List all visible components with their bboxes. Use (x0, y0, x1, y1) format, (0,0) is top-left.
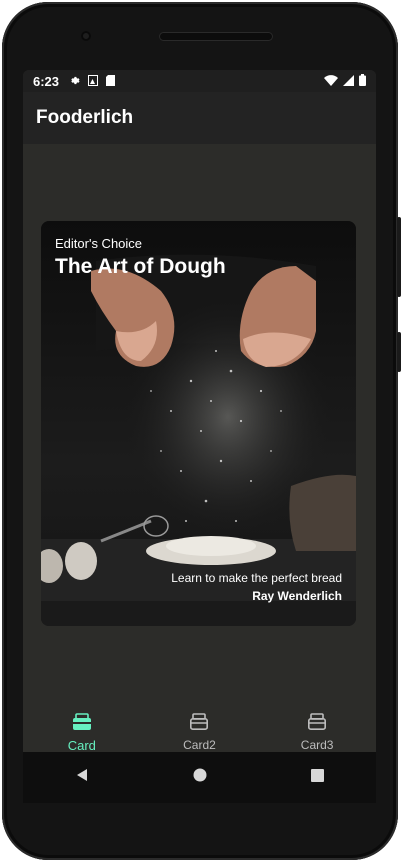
front-camera (81, 31, 91, 41)
home-icon[interactable] (193, 768, 207, 787)
settings-icon (69, 74, 80, 89)
back-icon[interactable] (75, 768, 89, 787)
card-author: Ray Wenderlich (252, 589, 342, 603)
recents-icon[interactable] (311, 768, 324, 787)
status-time: 6:23 (33, 73, 60, 89)
app-bar: Fooderlich (23, 92, 376, 144)
app-screen: 6:23 Fooderlich Editor's Choice The Art … (23, 70, 376, 803)
earpiece (159, 32, 273, 41)
power-button (397, 332, 401, 372)
nav-label-card: Card (67, 738, 96, 753)
editors-choice-card[interactable]: Editor's Choice The Art of Dough Learn t… (41, 221, 356, 626)
nav-tab-card[interactable]: Card (37, 713, 127, 753)
nav-tab-card3[interactable]: Card3 (272, 713, 362, 752)
nav-tab-card2[interactable]: Card2 (154, 713, 244, 752)
status-bar: 6:23 (23, 70, 376, 92)
card-icon (307, 713, 327, 736)
card-eyebrow: Editor's Choice (55, 236, 143, 251)
card-description: Learn to make the perfect bread (171, 571, 342, 585)
nav-label-card3: Card3 (300, 738, 334, 752)
dough-photo (41, 221, 356, 626)
nav-label-card2: Card2 (183, 738, 216, 752)
image-notification-icon (88, 74, 99, 89)
card-icon (72, 713, 92, 736)
system-navigation-bar (23, 752, 376, 803)
app-title: Fooderlich (36, 107, 134, 128)
sd-card-icon (106, 74, 116, 89)
cell-signal-icon (343, 74, 354, 89)
card-icon (189, 713, 209, 736)
wifi-icon (324, 74, 338, 89)
battery-icon (359, 74, 366, 89)
volume-button (397, 217, 401, 297)
card-title: The Art of Dough (55, 255, 226, 278)
